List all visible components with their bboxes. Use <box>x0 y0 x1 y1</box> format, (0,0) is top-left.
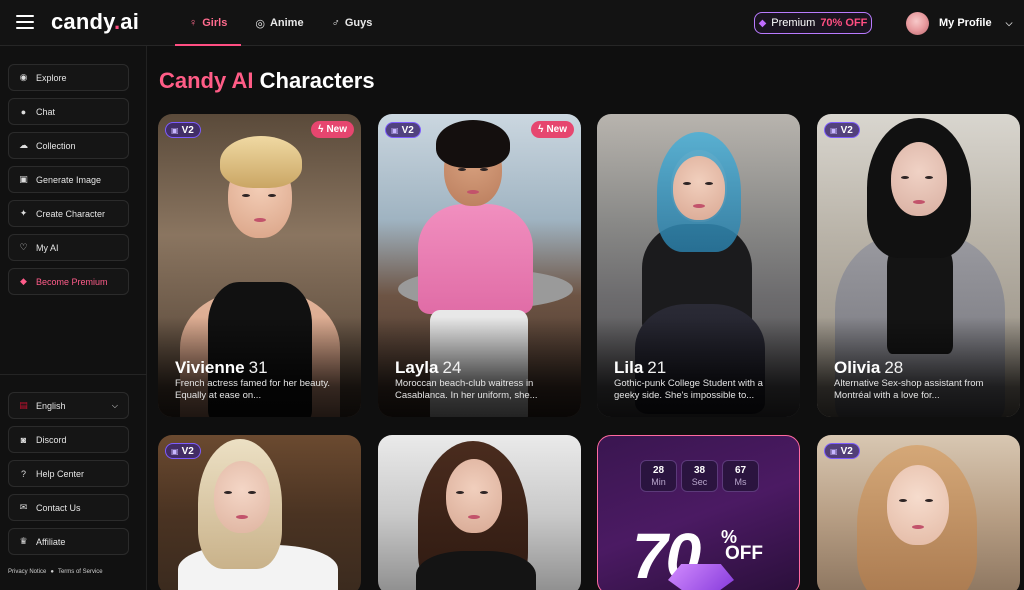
character-card-olivia[interactable]: ▣ V2 Olivia 28 Alternative Sex-shop assist… <box>817 114 1020 417</box>
tab-girls[interactable]: ♀ Girls <box>175 0 242 46</box>
female-icon: ♀ <box>189 17 198 29</box>
footer-links: Privacy Notice ● Terms of Service <box>8 569 103 575</box>
top-bar: candy.ai ♀ Girls ◎ Anime ♂ Guys ◆ Premiu… <box>0 0 1024 46</box>
chat-bubble-icon: ● <box>20 106 27 117</box>
character-card-vivienne[interactable]: ▣ V2 ϟ New Vivienne 31 French actress famed… <box>158 114 361 417</box>
image-icon: ▣ <box>171 125 179 135</box>
terms-of-service-link[interactable]: Terms of Service <box>58 569 103 575</box>
character-card-lila[interactable]: Lila 21 Gothic-punk College Student with … <box>597 114 800 417</box>
new-badge: ϟ New <box>311 121 354 138</box>
us-flag-icon: ▤ <box>19 400 28 410</box>
lightning-icon: ϟ <box>318 124 324 135</box>
lightning-icon: ϟ <box>538 124 544 135</box>
anime-swirl-icon: ◎ <box>255 17 265 30</box>
countdown-milliseconds: 67 Ms <box>722 460 759 492</box>
help-icon: ? <box>20 468 26 479</box>
v2-badge: ▣ V2 <box>824 122 860 138</box>
sidebar-item-generate-image[interactable]: ▣ Generate Image <box>8 166 129 193</box>
image-icon: ▣ <box>391 125 399 135</box>
character-photo <box>378 435 581 590</box>
sidebar-item-explore[interactable]: ◉ Explore <box>8 64 129 91</box>
character-card-row2-1[interactable]: ▣ V2 <box>158 435 361 590</box>
sidebar-item-affiliate[interactable]: ♛ Affiliate <box>8 528 129 555</box>
sidebar-item-create-character[interactable]: ✦ Create Character <box>8 200 129 227</box>
image-icon: ▣ <box>830 125 838 135</box>
premium-button[interactable]: ◆ Premium 70% OFF <box>754 12 872 34</box>
privacy-notice-link[interactable]: Privacy Notice <box>8 569 46 575</box>
character-card-layla[interactable]: ▣ V2 ϟ New Layla 24 Moroccan beach-club wai… <box>378 114 581 417</box>
compass-icon: ◉ <box>19 72 28 82</box>
promo-off-label: OFF <box>725 543 763 564</box>
discord-icon: ◙ <box>20 434 27 445</box>
character-name: Lila 21 <box>614 358 667 377</box>
sidebar-item-become-premium[interactable]: ◆ Become Premium <box>8 268 129 295</box>
v2-badge: ▣ V2 <box>385 122 421 138</box>
image-icon: ▣ <box>171 446 179 456</box>
v2-badge: ▣ V2 <box>165 122 201 138</box>
character-description: Moroccan beach-club waitress in Casablan… <box>395 378 538 401</box>
character-name: Olivia 28 <box>834 358 904 377</box>
character-name: Layla 24 <box>395 358 462 377</box>
character-card-row2-2[interactable] <box>378 435 581 590</box>
hamburger-menu-icon[interactable] <box>16 15 34 29</box>
bullet-separator: ● <box>50 569 54 575</box>
language-select[interactable]: ▤ English ⌵ <box>8 392 129 419</box>
new-badge: ϟ New <box>531 121 574 138</box>
tab-guys[interactable]: ♂ Guys <box>318 0 387 46</box>
sidebar-item-contact-us[interactable]: ✉ Contact Us <box>8 494 129 521</box>
category-tabs: ♀ Girls ◎ Anime ♂ Guys <box>175 0 386 46</box>
page-title: Candy AI Characters <box>159 68 375 93</box>
countdown-seconds: 38 Sec <box>681 460 718 492</box>
sidebar-item-help-center[interactable]: ? Help Center <box>8 460 129 487</box>
sidebar-item-collection[interactable]: ☁ Collection <box>8 132 129 159</box>
image-icon: ▣ <box>19 174 28 184</box>
handshake-icon: ✉ <box>19 502 28 512</box>
character-description: Alternative Sex-shop assistant from Mont… <box>834 378 984 401</box>
character-name: Vivienne 31 <box>175 358 268 377</box>
magic-wand-icon: ✦ <box>19 208 28 218</box>
sidebar: ◉ Explore ● Chat ☁ Collection ▣ Generate Ima… <box>0 46 147 590</box>
chevron-down-icon: ⌵ <box>111 400 118 410</box>
character-description: French actress famed for her beauty. Equ… <box>175 378 331 401</box>
profile-menu[interactable]: My Profile ⌵ <box>906 11 1012 35</box>
sidebar-divider <box>0 374 147 375</box>
chevron-down-icon: ⌵ <box>1005 17 1013 28</box>
tab-anime[interactable]: ◎ Anime <box>241 0 317 46</box>
v2-badge: ▣ V2 <box>824 443 860 459</box>
countdown-minutes: 28 Min <box>640 460 677 492</box>
collection-icon: ☁ <box>19 140 28 150</box>
male-icon: ♂ <box>331 17 340 29</box>
logo[interactable]: candy.ai <box>51 9 139 35</box>
sidebar-item-my-ai[interactable]: ♡ My AI <box>8 234 129 261</box>
heart-icon: ♡ <box>19 242 28 252</box>
trophy-icon: ♛ <box>19 536 28 546</box>
image-icon: ▣ <box>830 446 838 456</box>
character-card-row2-4[interactable]: ▣ V2 <box>817 435 1020 590</box>
sidebar-item-chat[interactable]: ● Chat <box>8 98 129 125</box>
diamond-icon: ◆ <box>758 17 767 29</box>
promo-card[interactable]: 28 Min 38 Sec 67 Ms 70 % OFF <box>597 435 800 590</box>
character-description: Gothic-punk College Student with a geeky… <box>614 378 763 401</box>
sidebar-item-discord[interactable]: ◙ Discord <box>8 426 129 453</box>
avatar <box>906 11 929 35</box>
diamond-icon: ◆ <box>20 276 27 286</box>
v2-badge: ▣ V2 <box>165 443 201 459</box>
